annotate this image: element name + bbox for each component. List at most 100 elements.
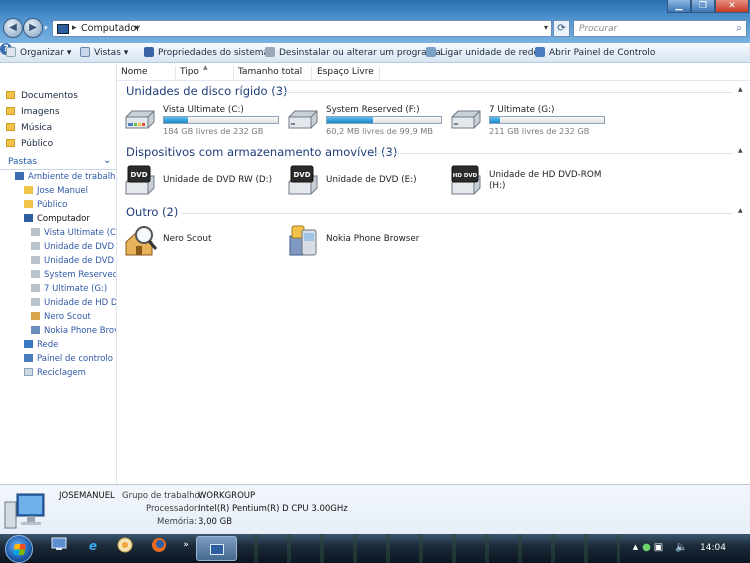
internet-explorer-icon[interactable]: e — [84, 537, 102, 555]
tree-item-recycle-bin[interactable]: Reciclagem — [24, 368, 116, 378]
tree-item-drive-c[interactable]: Vista Ultimate (C:) — [31, 228, 116, 238]
collapse-group-icon[interactable]: ▲ — [738, 147, 743, 154]
search-icon[interactable]: ⌕ — [736, 23, 742, 34]
uninstall-program-button[interactable]: Desinstalar ou alterar um programa — [265, 46, 441, 60]
favorite-label: Documentos — [21, 91, 78, 101]
open-control-panel-button[interactable]: Abrir Painel de Controlo — [535, 46, 655, 60]
firefox-icon[interactable] — [150, 537, 168, 555]
column-divider[interactable] — [175, 66, 176, 79]
drive-item[interactable]: System Reserved (F:) 60,2 MB livres de 9… — [286, 104, 451, 136]
forward-button[interactable]: ▶ — [23, 18, 43, 38]
tree-item-dvd-d[interactable]: Unidade de DVD R — [31, 242, 116, 252]
collapse-group-icon[interactable]: ▲ — [738, 86, 743, 93]
tree-item-user[interactable]: Jose Manuel — [24, 186, 116, 196]
tree-item-drive-g[interactable]: 7 Ultimate (G:) — [31, 284, 116, 294]
dvd-drive-icon — [31, 298, 40, 306]
tree-item-computer[interactable]: Computador — [24, 214, 116, 224]
start-button[interactable] — [5, 535, 33, 563]
tree-item-network[interactable]: Rede — [24, 340, 116, 350]
breadcrumb-separator-icon[interactable]: ▸ — [72, 23, 77, 33]
group-header-other[interactable]: Outro (2) — [126, 205, 178, 219]
hard-drive-icon — [31, 228, 40, 236]
tree-item-label: Unidade de HD DV — [44, 298, 116, 308]
drive-usage-bar — [326, 116, 442, 124]
group-header-hard-disks[interactable]: Unidades de disco rígido (3) — [126, 84, 288, 98]
dvd-drive-item[interactable]: DVD Unidade de DVD (E:) — [286, 164, 456, 198]
back-button[interactable]: ◀ — [3, 18, 23, 38]
folders-header[interactable]: Pastas ⌄ — [0, 155, 116, 170]
column-divider[interactable] — [233, 66, 234, 79]
search-input[interactable]: Procurar ⌕ — [573, 20, 747, 37]
column-header-total-size[interactable]: Tamanho total — [238, 67, 302, 77]
other-item-name: Nero Scout — [163, 234, 212, 244]
tree-item-desktop[interactable]: Ambiente de trabalho — [15, 172, 115, 182]
column-header-row: Nome Tipo ▲ Tamanho total Espaço Livre — [117, 64, 750, 81]
file-list: Nome Tipo ▲ Tamanho total Espaço Livre U… — [117, 64, 750, 484]
taskbar: e » ▲ ● ▣ 🔈 14:04 — [0, 534, 750, 563]
column-header-type[interactable]: Tipo — [180, 67, 199, 77]
network-tray-icon[interactable]: ▣ — [653, 542, 664, 553]
nero-scout-item[interactable]: Nero Scout — [123, 222, 293, 258]
column-divider[interactable] — [379, 66, 380, 79]
tree-item-label: Unidade de DVD ( — [44, 256, 116, 266]
favorite-music[interactable]: Música — [6, 123, 52, 133]
address-bar[interactable]: ▸ Computador ▸ ▾ — [52, 20, 552, 37]
tree-item-control-panel[interactable]: Painel de controlo — [24, 354, 116, 364]
show-desktop-icon[interactable] — [50, 537, 68, 555]
dvd-drive-icon — [31, 242, 40, 250]
organize-button[interactable]: Organizar ▾ — [6, 46, 71, 60]
favorite-public[interactable]: Público — [6, 139, 53, 149]
recent-pages-dropdown-icon[interactable]: ▾ — [44, 24, 52, 32]
hd-dvd-name-line2: (H:) — [489, 181, 506, 191]
control-panel-icon — [24, 354, 33, 362]
tree-item-dvd-e[interactable]: Unidade de DVD ( — [31, 256, 116, 266]
tree-item-nero-scout[interactable]: Nero Scout — [31, 312, 116, 322]
tray-app-icon[interactable]: ● — [641, 542, 652, 553]
drive-usage-fill — [164, 117, 188, 123]
favorite-documents[interactable]: Documentos — [6, 91, 78, 101]
tree-item-nokia[interactable]: Nokia Phone Brov — [31, 326, 116, 336]
messenger-icon[interactable] — [116, 537, 134, 555]
breadcrumb-computer[interactable]: Computador — [81, 23, 140, 34]
hd-dvd-drive-icon: HD DVD — [451, 165, 481, 195]
column-divider[interactable] — [311, 66, 312, 79]
refresh-button[interactable]: ⟳ — [553, 20, 570, 37]
tree-item-hd-dvd[interactable]: Unidade de HD DV — [31, 298, 116, 308]
hd-dvd-drive-item[interactable]: HD DVD Unidade de HD DVD-ROM (H:) — [449, 164, 649, 198]
volume-icon[interactable]: 🔈 — [675, 542, 687, 553]
drive-item[interactable]: 7 Ultimate (G:) 211 GB livres de 232 GB — [449, 104, 614, 136]
clock[interactable]: 14:04 — [700, 543, 726, 553]
system-properties-icon — [144, 47, 154, 57]
close-button[interactable]: ✕ — [715, 0, 749, 13]
breadcrumb-separator-icon[interactable]: ▸ — [135, 23, 140, 33]
column-header-name[interactable]: Nome — [121, 67, 148, 77]
quick-launch-more-icon[interactable]: » — [177, 536, 195, 554]
nokia-phone-browser-item[interactable]: Nokia Phone Browser — [286, 222, 456, 258]
hard-drive-icon — [288, 110, 318, 129]
map-network-drive-button[interactable]: Ligar unidade de rede — [426, 46, 539, 60]
chevron-down-icon[interactable]: ⌄ — [103, 155, 111, 166]
group-header-removable[interactable]: Dispositivos com armazenamento amovível … — [126, 145, 397, 159]
control-panel-icon — [535, 47, 545, 57]
dvd-drive-item[interactable]: DVD Unidade de DVD RW (D:) — [123, 164, 293, 198]
collapse-group-icon[interactable]: ▲ — [738, 207, 743, 214]
details-pane: JOSEMANUEL Grupo de trabalho: WORKGROUP … — [0, 484, 750, 534]
folders-header-label: Pastas — [8, 157, 37, 167]
tree-item-public[interactable]: Público — [24, 200, 116, 210]
minimize-button[interactable]: ▁ — [667, 0, 691, 13]
taskbar-button-explorer[interactable] — [196, 536, 237, 561]
favorite-pictures[interactable]: Imagens — [6, 107, 60, 117]
address-dropdown-icon[interactable]: ▾ — [544, 23, 548, 32]
drive-free-space: 184 GB livres de 232 GB — [163, 126, 264, 136]
views-button[interactable]: Vistas ▾ — [80, 46, 128, 60]
tree-item-drive-f[interactable]: System Reserved ( — [31, 270, 116, 280]
column-header-free-space[interactable]: Espaço Livre — [317, 67, 374, 77]
dvd-drive-name: Unidade de DVD (E:) — [326, 175, 417, 185]
drive-usage-fill — [327, 117, 373, 123]
show-hidden-icons-icon[interactable]: ▲ — [630, 542, 641, 553]
nero-scout-icon — [31, 312, 40, 320]
system-properties-button[interactable]: Propriedades do sistema — [144, 46, 269, 60]
drive-item[interactable]: Vista Ultimate (C:) 184 GB livres de 232… — [123, 104, 288, 136]
maximize-button[interactable]: ❐ — [691, 0, 715, 13]
favorite-label: Público — [21, 139, 54, 149]
